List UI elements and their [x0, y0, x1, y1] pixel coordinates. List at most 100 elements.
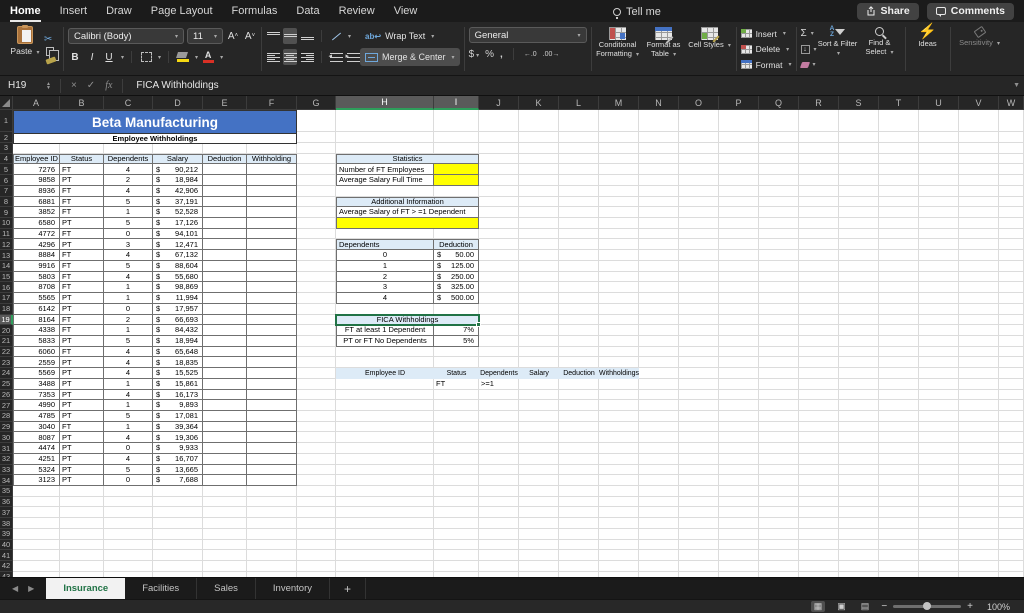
sort-filter-button[interactable]: AZ Sort & Filter ▾: [817, 25, 859, 73]
column-header-M[interactable]: M: [599, 96, 639, 110]
grid-cell[interactable]: PT: [60, 400, 104, 411]
grid-cell[interactable]: 5: [104, 336, 153, 347]
grid-cell[interactable]: 4: [104, 164, 153, 175]
grid-cell[interactable]: [203, 315, 247, 326]
grid-cell[interactable]: FT: [60, 422, 104, 433]
deduction-amount-cell[interactable]: $500.00: [434, 293, 479, 304]
grid-cell[interactable]: 6060: [13, 347, 60, 358]
grid-cell[interactable]: [203, 207, 247, 218]
menu-item-formulas[interactable]: Formulas: [232, 0, 278, 22]
statistics-label[interactable]: Average Salary Full Time: [336, 175, 434, 186]
sheet-tab-sales[interactable]: Sales: [197, 578, 256, 599]
grid-cell[interactable]: 5565: [13, 293, 60, 304]
row-header-37[interactable]: 37: [0, 507, 13, 518]
grid-cell[interactable]: 7276: [13, 164, 60, 175]
wrap-text-button[interactable]: ab↩ Wrap Text▾: [360, 27, 460, 45]
grid-cell[interactable]: PT: [60, 390, 104, 401]
grid-cell[interactable]: 2559: [13, 357, 60, 368]
grid-cell[interactable]: 0: [104, 443, 153, 454]
criteria-header[interactable]: Employee ID: [336, 368, 434, 379]
grid-cell[interactable]: [247, 432, 297, 443]
column-header-O[interactable]: O: [679, 96, 719, 110]
grid-cell[interactable]: $65,648: [153, 347, 203, 358]
column-header-S[interactable]: S: [839, 96, 879, 110]
row-header-41[interactable]: 41: [0, 550, 13, 561]
grid-cell[interactable]: 1: [104, 293, 153, 304]
grid-cell[interactable]: [203, 282, 247, 293]
row-header-17[interactable]: 17: [0, 293, 13, 304]
fica-label-cell[interactable]: FT at least 1 Dependent: [336, 325, 434, 336]
grid-cell[interactable]: [203, 336, 247, 347]
main-table-header[interactable]: Deduction: [203, 154, 247, 165]
grid-cell[interactable]: 5: [104, 411, 153, 422]
grid-cell[interactable]: 4: [104, 432, 153, 443]
grid-cell[interactable]: 9858: [13, 175, 60, 186]
grid-cell[interactable]: [203, 411, 247, 422]
criteria-header[interactable]: Dependents: [479, 368, 519, 379]
grid-cell[interactable]: 4785: [13, 411, 60, 422]
cell-styles-button[interactable]: Cell Styles ▾: [688, 27, 732, 50]
fica-label-cell[interactable]: PT or FT No Dependents: [336, 336, 434, 347]
copy-button[interactable]: ▾: [44, 46, 59, 57]
row-header-43[interactable]: 43: [0, 572, 13, 577]
column-header-J[interactable]: J: [479, 96, 519, 110]
statistics-label[interactable]: Number of FT Employees: [336, 164, 434, 175]
row-header-13[interactable]: 13: [0, 250, 13, 261]
find-select-button[interactable]: Find & Select ▾: [859, 25, 901, 73]
grid-cell[interactable]: FT: [60, 282, 104, 293]
menu-item-page-layout[interactable]: Page Layout: [151, 0, 213, 22]
grid-cell[interactable]: [203, 475, 247, 486]
row-header-34[interactable]: 34: [0, 475, 13, 486]
grid-cell[interactable]: [203, 293, 247, 304]
grid-cell[interactable]: [203, 261, 247, 272]
grid-cell[interactable]: [203, 357, 247, 368]
grid-cell[interactable]: [247, 475, 297, 486]
format-as-table-button[interactable]: Format as Table ▾: [642, 27, 686, 59]
row-header-11[interactable]: 11: [0, 229, 13, 240]
grid-cell[interactable]: 4772: [13, 229, 60, 240]
share-button[interactable]: Share: [857, 3, 919, 20]
grid-cell[interactable]: $42,906: [153, 186, 203, 197]
menu-item-review[interactable]: Review: [339, 0, 375, 22]
align-right-button[interactable]: [300, 49, 314, 65]
row-header-4[interactable]: 4: [0, 154, 13, 165]
grid-cell[interactable]: FT: [60, 207, 104, 218]
grid-cell[interactable]: 8936: [13, 186, 60, 197]
grid-cell[interactable]: [203, 465, 247, 476]
statistics-input-cell[interactable]: [434, 175, 479, 186]
grid-cell[interactable]: $7,688: [153, 475, 203, 486]
conditional-formatting-button[interactable]: Conditional Formatting ▾: [596, 27, 640, 59]
align-left-button[interactable]: [266, 49, 280, 65]
menu-item-draw[interactable]: Draw: [106, 0, 132, 22]
grid-cell[interactable]: $94,101: [153, 229, 203, 240]
grid-cell[interactable]: 9916: [13, 261, 60, 272]
decrease-decimal-button[interactable]: .00→: [543, 51, 560, 58]
grid-cell[interactable]: FT: [60, 315, 104, 326]
column-header-P[interactable]: P: [719, 96, 759, 110]
grid-cell[interactable]: 0: [104, 304, 153, 315]
grid-cell[interactable]: 4: [104, 272, 153, 283]
grid-cell[interactable]: 8708: [13, 282, 60, 293]
grid-cell[interactable]: 4: [104, 368, 153, 379]
grid-cell[interactable]: 4: [104, 250, 153, 261]
grid-cell[interactable]: $16,707: [153, 454, 203, 465]
column-header-N[interactable]: N: [639, 96, 679, 110]
grid-cell[interactable]: 5: [104, 261, 153, 272]
grid-cell[interactable]: [203, 422, 247, 433]
grid-cell[interactable]: [247, 164, 297, 175]
grid-cell[interactable]: $15,525: [153, 368, 203, 379]
percent-button[interactable]: %: [485, 49, 494, 60]
grid-cell[interactable]: [203, 229, 247, 240]
grid-cell[interactable]: [247, 325, 297, 336]
grid-cell[interactable]: [247, 454, 297, 465]
grid-cell[interactable]: PT: [60, 411, 104, 422]
grid-cell[interactable]: [247, 357, 297, 368]
grid-cell[interactable]: 4251: [13, 454, 60, 465]
row-header-15[interactable]: 15: [0, 272, 13, 283]
grid-cell[interactable]: PT: [60, 454, 104, 465]
cancel-icon[interactable]: ×: [71, 80, 77, 91]
row-header-12[interactable]: 12: [0, 239, 13, 250]
deduction-amount-cell[interactable]: $125.00: [434, 261, 479, 272]
grid-cell[interactable]: PT: [60, 475, 104, 486]
deduction-table-header[interactable]: Dependents: [336, 239, 434, 250]
